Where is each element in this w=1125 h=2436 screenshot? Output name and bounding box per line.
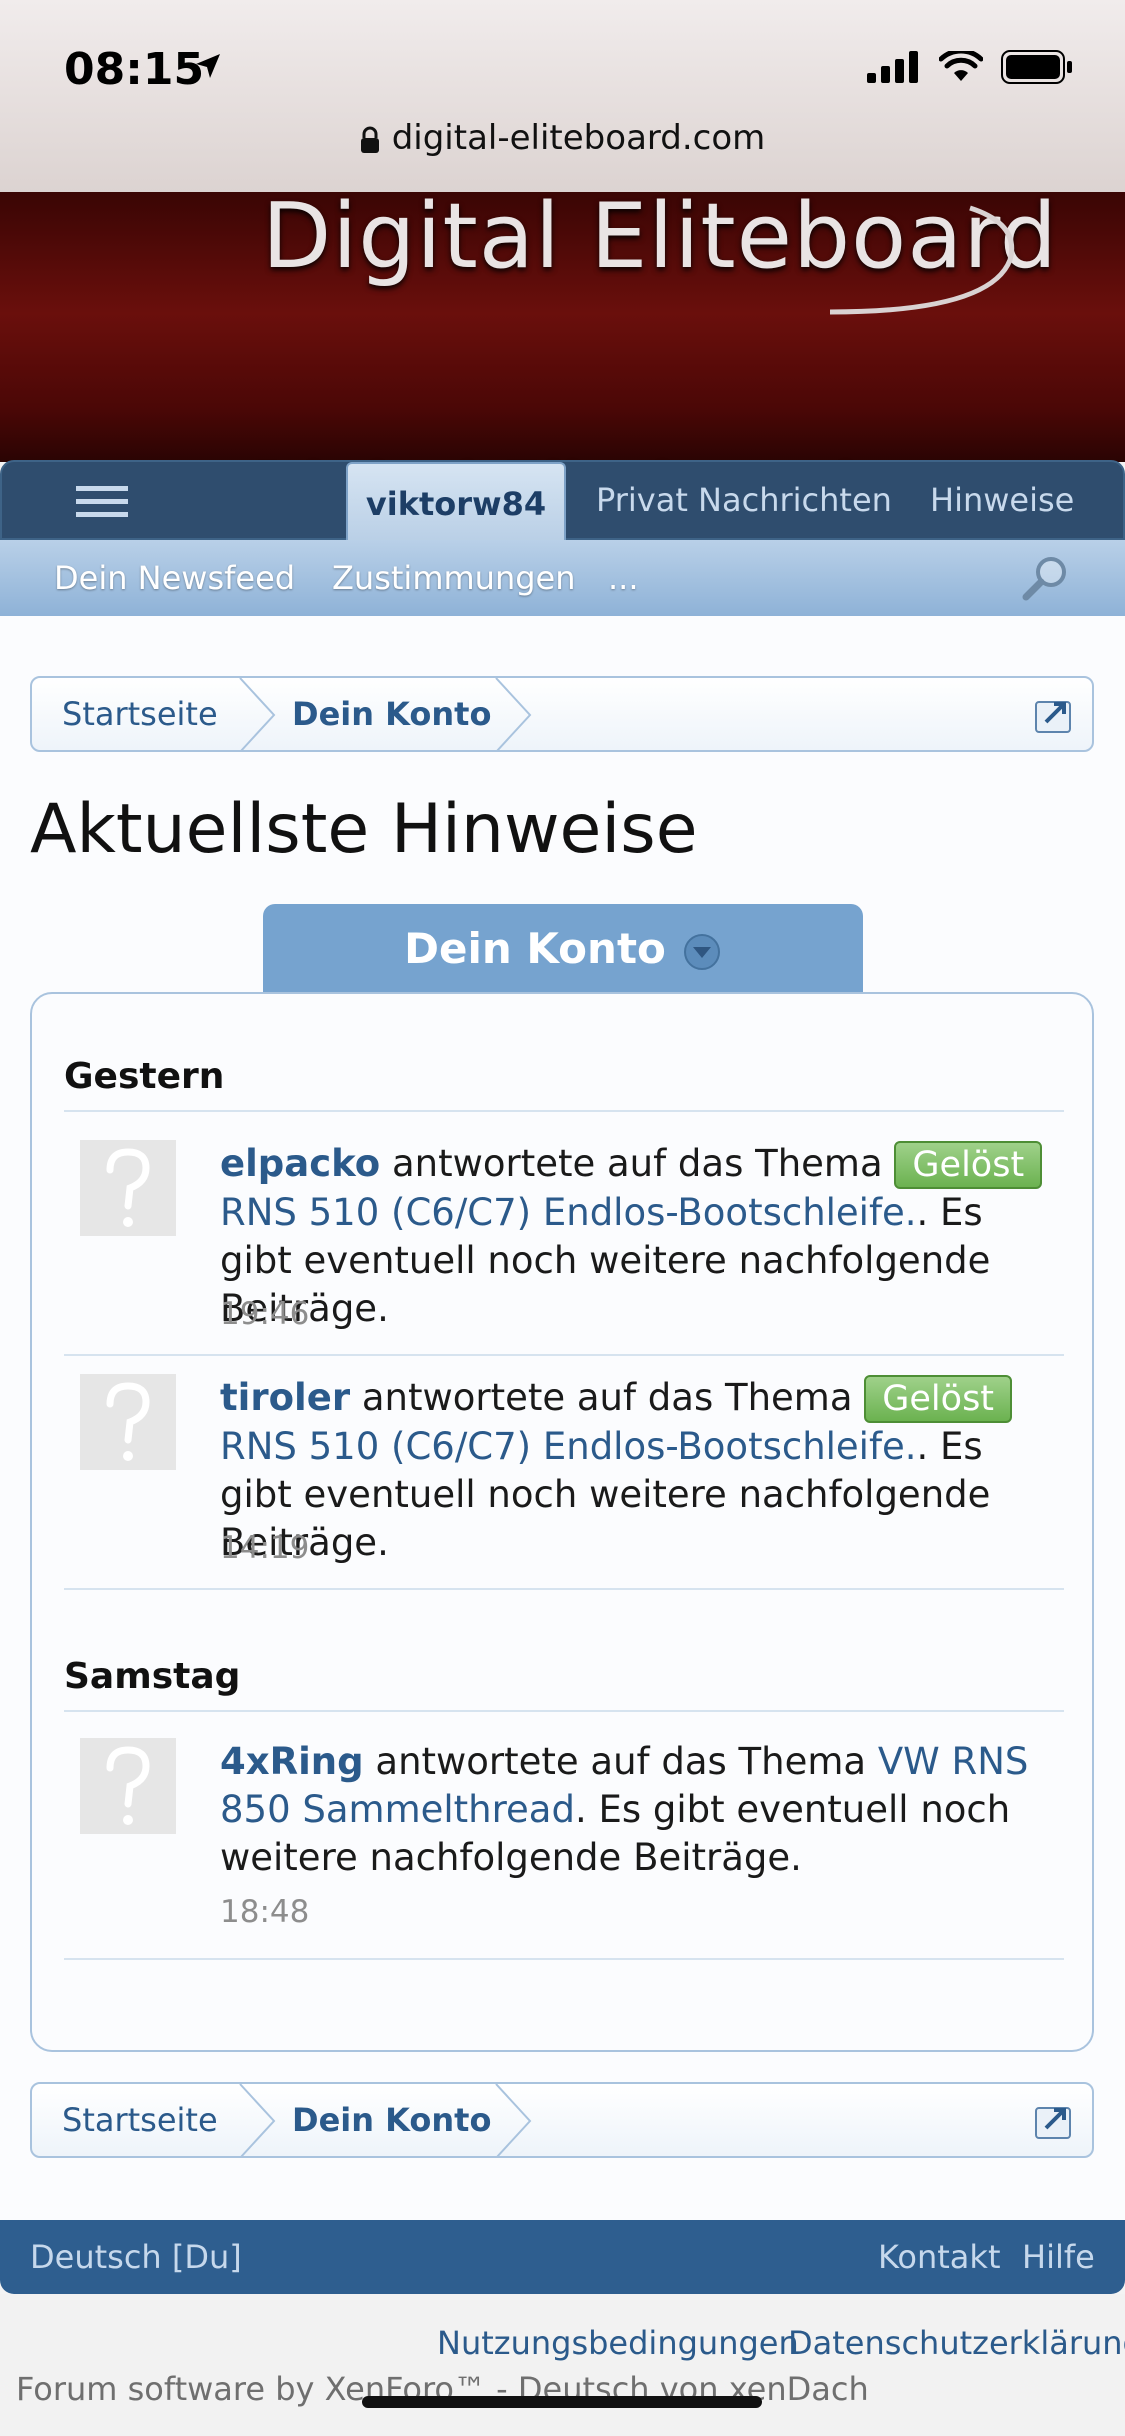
- footer-bottom: Nutzungsbedingungen Datenschutzerklärung…: [0, 2294, 1125, 2436]
- breadcrumb-separator: [495, 2084, 532, 2158]
- tab-alerts[interactable]: Hinweise: [930, 462, 1074, 538]
- terms-link[interactable]: Nutzungsbedingungen: [437, 2324, 799, 2362]
- alert-text: elpacko antwortete auf das Thema Gelöst …: [220, 1140, 1060, 1333]
- alert-user-link[interactable]: tiroler: [220, 1376, 350, 1419]
- breadcrumb-separator: [495, 678, 532, 752]
- tab-private-messages[interactable]: Privat Nachrichten: [596, 462, 892, 538]
- dropdown-arrow-icon: [683, 933, 720, 970]
- divider: [64, 1354, 1064, 1356]
- popout-icon[interactable]: [1034, 2102, 1074, 2140]
- subnav-likes[interactable]: Zustimmungen: [332, 540, 576, 616]
- solved-badge: Gelöst: [894, 1141, 1043, 1189]
- breadcrumb: Startseite Dein Konto: [30, 676, 1094, 752]
- alert-user-link[interactable]: elpacko: [220, 1142, 380, 1185]
- logo-swoosh: [829, 205, 1015, 315]
- sub-nav: Dein Newsfeed Zustimmungen ...: [0, 540, 1125, 616]
- day-heading: Gestern: [64, 1056, 225, 1097]
- divider: [64, 1710, 1064, 1712]
- footer-contact-link[interactable]: Kontakt: [878, 2220, 1000, 2294]
- footer-bar: Deutsch [Du] Kontakt Hilfe: [0, 2220, 1125, 2294]
- privacy-link[interactable]: Datenschutzerklärung: [788, 2324, 1125, 2362]
- address-bar[interactable]: digital-eliteboard.com: [0, 118, 1125, 158]
- alert-time: 19:46: [220, 1296, 310, 1332]
- popout-icon[interactable]: [1034, 696, 1074, 734]
- solved-badge: Gelöst: [864, 1375, 1013, 1423]
- alert-thread-link[interactable]: RNS 510 (C6/C7) Endlos-Bootschleife.: [220, 1191, 917, 1234]
- status-time: 08:15: [64, 44, 205, 95]
- alert-text: tiroler antwortete auf das Thema Gelöst …: [220, 1374, 1060, 1567]
- location-arrow-icon: [196, 54, 220, 78]
- alert-item[interactable]: 4xRing antwortete auf das Thema VW RNS 8…: [80, 1738, 1040, 1938]
- language-selector[interactable]: Deutsch [Du]: [30, 2220, 242, 2294]
- breadcrumb-home[interactable]: Startseite: [62, 2084, 218, 2156]
- subnav-newsfeed[interactable]: Dein Newsfeed: [54, 540, 295, 616]
- breadcrumb-current[interactable]: Dein Konto: [292, 2084, 491, 2156]
- breadcrumb-separator: [239, 2084, 276, 2158]
- breadcrumb-home[interactable]: Startseite: [62, 678, 218, 750]
- footer-help-link[interactable]: Hilfe: [1022, 2220, 1095, 2294]
- url-text: digital-eliteboard.com: [391, 118, 766, 158]
- breadcrumb-current[interactable]: Dein Konto: [292, 678, 491, 750]
- tab-user-account[interactable]: viktorw84: [346, 462, 566, 542]
- home-indicator[interactable]: [362, 2396, 762, 2408]
- alerts-panel: Gestern elpacko antwortete auf das Thema…: [30, 992, 1094, 2052]
- account-section-label: Dein Konto: [404, 924, 666, 973]
- alert-action: antwortete auf das Thema: [361, 1376, 853, 1419]
- avatar[interactable]: [80, 1738, 176, 1834]
- status-icons: [867, 50, 1073, 84]
- divider: [64, 1110, 1064, 1112]
- alert-text: 4xRing antwortete auf das Thema VW RNS 8…: [220, 1738, 1060, 1882]
- alert-time: 18:48: [220, 1894, 310, 1930]
- alert-thread-link[interactable]: RNS 510 (C6/C7) Endlos-Bootschleife.: [220, 1425, 917, 1468]
- browser-top-bar: 08:15 digital-eliteboard.com: [0, 0, 1125, 192]
- alert-time: 14:19: [220, 1530, 310, 1566]
- battery-icon: [1001, 50, 1072, 84]
- alert-item[interactable]: tiroler antwortete auf das Thema Gelöst …: [80, 1374, 1040, 1574]
- main-nav: viktorw84 Privat Nachrichten Hinweise: [0, 460, 1125, 542]
- day-heading: Samstag: [64, 1656, 241, 1697]
- lock-icon: [360, 126, 379, 153]
- breadcrumb-separator: [239, 678, 276, 752]
- alert-action: antwortete auf das Thema: [375, 1740, 867, 1783]
- avatar[interactable]: [80, 1374, 176, 1470]
- page-title: Aktuellste Hinweise: [30, 790, 698, 869]
- avatar[interactable]: [80, 1140, 176, 1236]
- divider: [64, 1588, 1064, 1590]
- divider: [64, 1958, 1064, 1960]
- subnav-more[interactable]: ...: [608, 540, 639, 616]
- breadcrumb-bottom: Startseite Dein Konto: [30, 2082, 1094, 2158]
- account-section-tab[interactable]: Dein Konto: [263, 904, 863, 994]
- alert-action: antwortete auf das Thema: [391, 1142, 883, 1185]
- alert-user-link[interactable]: 4xRing: [220, 1740, 364, 1783]
- wifi-icon: [939, 51, 983, 81]
- signal-icon: [867, 51, 918, 83]
- menu-icon[interactable]: [76, 484, 128, 520]
- alert-item[interactable]: elpacko antwortete auf das Thema Gelöst …: [80, 1140, 1043, 1340]
- search-icon[interactable]: [1021, 554, 1069, 602]
